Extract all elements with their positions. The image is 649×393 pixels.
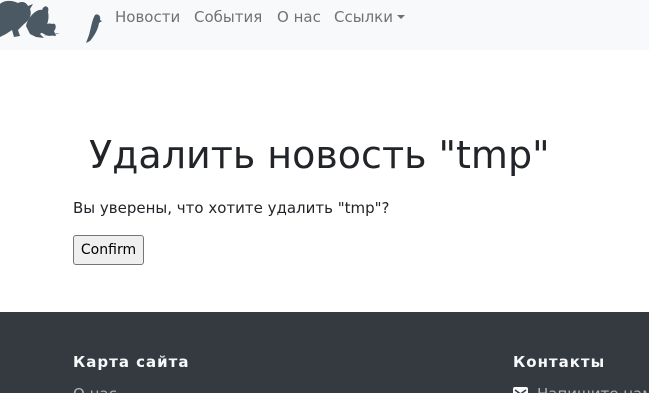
footer-contacts-heading: Контакты [513, 353, 606, 371]
page-title: Удалить новость "tmp" [89, 133, 550, 177]
footer-link-write-us[interactable]: Напишите нам [537, 385, 649, 393]
nav-link-news[interactable]: Новости [115, 7, 180, 27]
nav-dropdown-label: Ссылки [334, 8, 393, 26]
nav-dropdown-links[interactable]: Ссылки [334, 7, 405, 27]
confirm-button[interactable]: Confirm [73, 235, 144, 265]
birds-logo-icon[interactable] [0, 0, 106, 46]
footer: Карта сайта О нас Контакты Напишите нам [0, 312, 649, 393]
envelope-icon [513, 387, 528, 393]
nav-link-events[interactable]: События [194, 7, 262, 27]
nav-link-about[interactable]: О нас [277, 7, 321, 27]
confirm-question: Вы уверены, что хотите удалить "tmp"? [73, 199, 390, 217]
navbar: Новости События О нас Ссылки [0, 0, 649, 50]
footer-sitemap-heading: Карта сайта [73, 353, 190, 371]
page: Новости События О нас Ссылки Удалить нов… [0, 0, 649, 393]
caret-down-icon [396, 15, 405, 19]
footer-link-about[interactable]: О нас [73, 385, 117, 393]
